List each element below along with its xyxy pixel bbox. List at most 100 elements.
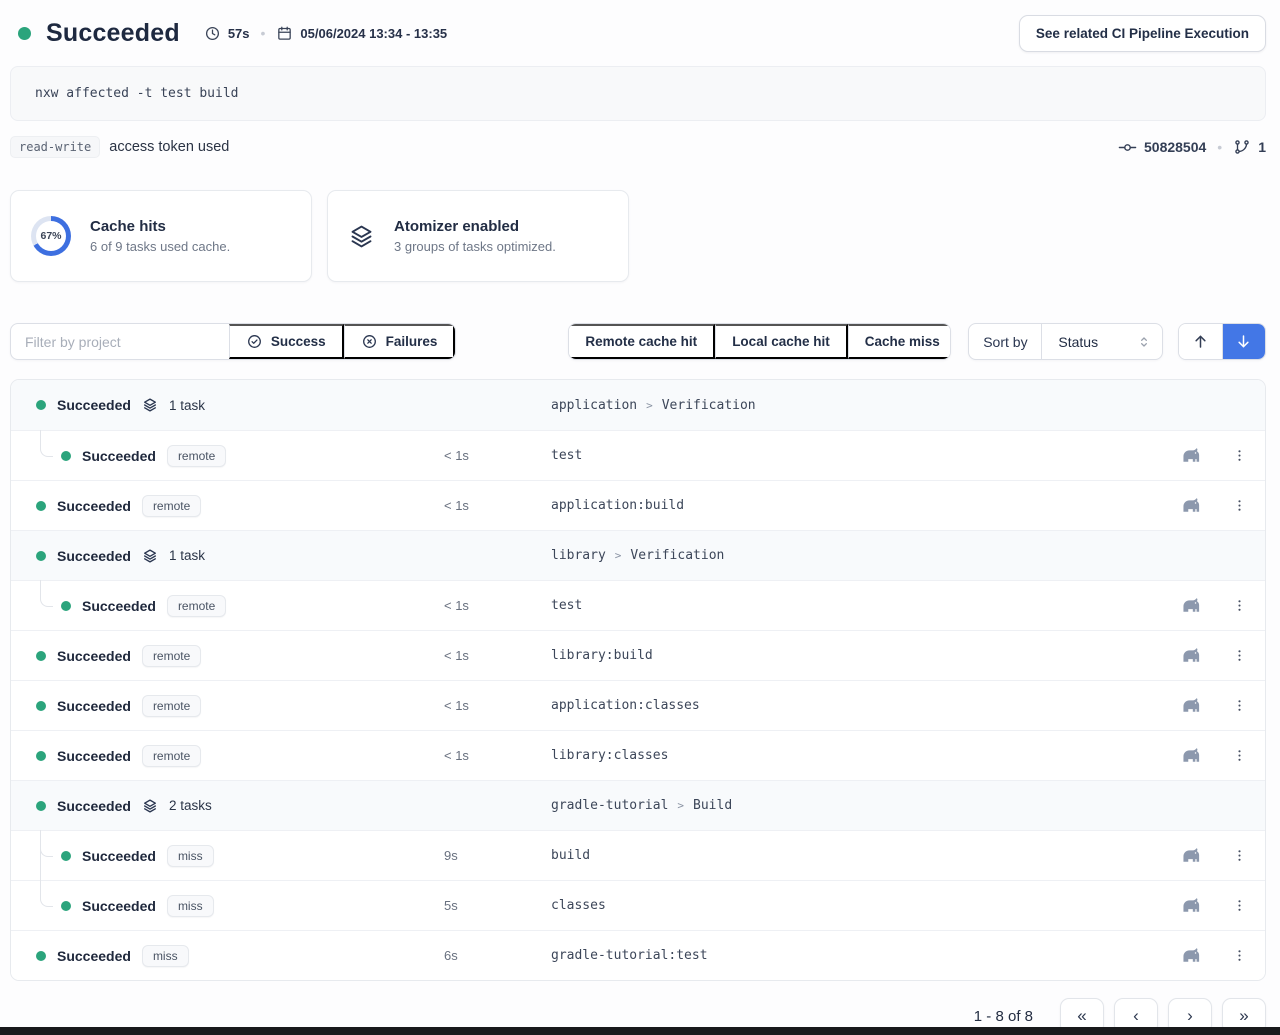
kebab-menu-icon	[1232, 847, 1247, 864]
task-group-row[interactable]: Succeeded 2 tasks gradle-tutorial>Build	[11, 780, 1265, 830]
row-actions	[1179, 593, 1249, 618]
row-status-label: Succeeded	[57, 648, 131, 664]
project-filter-group: Success Failures	[10, 323, 456, 360]
card-title: Cache hits	[90, 218, 230, 235]
kebab-menu-icon	[1232, 447, 1247, 464]
breadcrumb-separator: >	[677, 799, 684, 812]
x-circle-icon	[361, 333, 378, 350]
sort-select[interactable]: Status	[1041, 324, 1161, 359]
kebab-menu-icon	[1232, 647, 1247, 664]
task-row[interactable]: Succeededremote< 1sapplication:build	[11, 480, 1265, 530]
cache-status-badge: miss	[142, 945, 189, 967]
row-status-label: Succeeded	[57, 798, 131, 814]
sort-group: Sort by Status	[968, 323, 1162, 360]
row-actions	[1179, 693, 1249, 718]
row-menu-button[interactable]	[1230, 845, 1249, 866]
status-dot	[61, 601, 71, 611]
gradle-scan-button[interactable]	[1179, 643, 1204, 668]
row-menu-button[interactable]	[1230, 695, 1249, 716]
gradle-elephant-icon	[1181, 745, 1202, 766]
project-breadcrumb: gradle-tutorial>Build	[551, 798, 732, 813]
task-row[interactable]: Succeededremote< 1stest	[11, 580, 1265, 630]
task-duration: 6s	[444, 948, 458, 963]
task-name: test	[551, 598, 582, 613]
failures-filter-button[interactable]: Failures	[344, 324, 456, 359]
project-filter-input[interactable]	[11, 324, 229, 359]
task-count-label: 2 tasks	[169, 798, 212, 813]
task-duration: 5s	[444, 898, 458, 913]
row-menu-button[interactable]	[1230, 645, 1249, 666]
token-label: access token used	[109, 139, 229, 155]
related-pipeline-button[interactable]: See related CI Pipeline Execution	[1019, 15, 1266, 52]
card-title: Atomizer enabled	[394, 218, 556, 235]
task-row[interactable]: Succeededremote< 1slibrary:build	[11, 630, 1265, 680]
gradle-scan-button[interactable]	[1179, 893, 1204, 918]
row-status-cluster: Succeeded1 task	[11, 397, 205, 413]
sort-ascending-button[interactable]	[1179, 324, 1222, 359]
failures-filter-label: Failures	[386, 334, 438, 349]
gradle-scan-button[interactable]	[1179, 693, 1204, 718]
cache-miss-button[interactable]: Cache miss	[848, 324, 952, 359]
arrow-down-icon	[1234, 332, 1253, 351]
meta-separator: •	[1217, 139, 1222, 155]
status-dot	[36, 501, 46, 511]
commit-icon	[1118, 138, 1137, 157]
task-row[interactable]: Succeededmiss9sbuild	[11, 830, 1265, 880]
row-status-cluster: Succeededremote	[11, 695, 201, 717]
gradle-scan-button[interactable]	[1179, 593, 1204, 618]
cache-status-badge: remote	[142, 695, 201, 717]
kebab-menu-icon	[1232, 947, 1247, 964]
task-name: library:build	[551, 648, 653, 663]
local-cache-hit-button[interactable]: Local cache hit	[715, 324, 848, 359]
kebab-menu-icon	[1232, 497, 1247, 514]
row-status-label: Succeeded	[82, 448, 156, 464]
task-count-label: 1 task	[169, 398, 205, 413]
row-status-cluster: Succeededremote	[11, 645, 201, 667]
gradle-scan-button[interactable]	[1179, 943, 1204, 968]
row-menu-button[interactable]	[1230, 895, 1249, 916]
summary-cards: 67% Cache hits 6 of 9 tasks used cache. …	[10, 190, 1266, 282]
task-duration: 9s	[444, 848, 458, 863]
row-menu-button[interactable]	[1230, 745, 1249, 766]
gradle-scan-button[interactable]	[1179, 493, 1204, 518]
task-row[interactable]: Succeeded remote < 1s test	[11, 430, 1265, 480]
task-row[interactable]: Succeededremote< 1sapplication:classes	[11, 680, 1265, 730]
row-menu-button[interactable]	[1230, 945, 1249, 966]
vcs-info: 50828504 • 1	[1118, 138, 1266, 157]
task-name: test	[551, 448, 582, 463]
commit-sha[interactable]: 50828504	[1144, 139, 1206, 155]
task-name: build	[551, 848, 590, 863]
gradle-scan-button[interactable]	[1179, 443, 1204, 468]
remote-cache-hit-button[interactable]: Remote cache hit	[569, 324, 715, 359]
gradle-scan-button[interactable]	[1179, 843, 1204, 868]
layers-icon	[142, 397, 158, 413]
task-group-row[interactable]: Succeeded1 tasklibrary>Verification	[11, 530, 1265, 580]
kebab-menu-icon	[1232, 747, 1247, 764]
task-row[interactable]: Succeededmiss6sgradle-tutorial:test	[11, 930, 1265, 980]
task-duration: < 1s	[444, 598, 469, 613]
kebab-menu-icon	[1232, 897, 1247, 914]
row-menu-button[interactable]	[1230, 445, 1249, 466]
task-row[interactable]: Succeededremote< 1slibrary:classes	[11, 730, 1265, 780]
status-dot	[36, 701, 46, 711]
task-row[interactable]: Succeededmiss5sclasses	[11, 880, 1265, 930]
gradle-scan-button[interactable]	[1179, 743, 1204, 768]
duration-value: 57s	[228, 26, 250, 41]
tree-connector	[40, 430, 53, 457]
bottom-window-edge	[0, 1027, 1280, 1035]
task-duration: < 1s	[444, 448, 469, 463]
branch-count: 1	[1258, 139, 1266, 155]
status-dot	[36, 751, 46, 761]
sort-descending-button[interactable]	[1222, 324, 1265, 359]
row-actions	[1179, 893, 1249, 918]
task-group-row[interactable]: Succeeded1 taskapplication>Verification	[11, 380, 1265, 430]
row-menu-button[interactable]	[1230, 595, 1249, 616]
cache-status-badge: remote	[167, 445, 226, 467]
row-status-label: Succeeded	[82, 848, 156, 864]
row-menu-button[interactable]	[1230, 495, 1249, 516]
layers-icon	[142, 548, 158, 564]
success-filter-button[interactable]: Success	[229, 324, 344, 359]
row-status-label: Succeeded	[82, 898, 156, 914]
task-duration: < 1s	[444, 698, 469, 713]
token-row: read-write access token used 50828504 • …	[10, 136, 1266, 158]
